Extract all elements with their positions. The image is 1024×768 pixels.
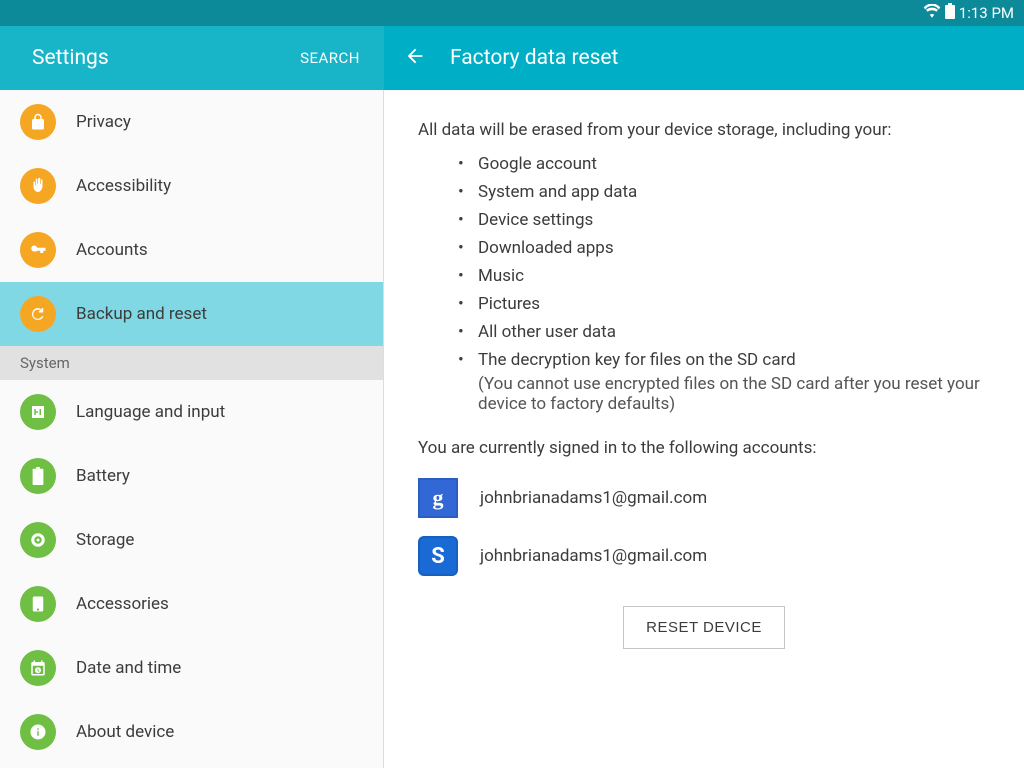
sidebar-item-battery[interactable]: Battery (0, 444, 383, 508)
settings-title: Settings (32, 46, 109, 70)
account-email: johnbrianadams1@gmail.com (480, 546, 707, 566)
page-title: Factory data reset (450, 46, 618, 70)
sidebar-item-accessibility[interactable]: Accessibility (0, 154, 383, 218)
sidebar-item-backup-reset[interactable]: Backup and reset (0, 282, 383, 346)
list-item: •Google account (458, 154, 990, 174)
sidebar-item-label: Battery (76, 466, 130, 486)
datetime-icon (20, 650, 56, 686)
sidebar-item-label: Accessibility (76, 176, 171, 196)
list-item: •Music (458, 266, 990, 286)
intro-text: All data will be erased from your device… (418, 120, 990, 140)
sidebar-item-label: Privacy (76, 112, 131, 132)
sidebar-item-label: Storage (76, 530, 134, 550)
decryption-note: (You cannot use encrypted files on the S… (418, 374, 990, 414)
list-item: •The decryption key for files on the SD … (458, 350, 990, 370)
key-icon (20, 232, 56, 268)
samsung-account-icon: S (418, 536, 458, 576)
sidebar-item-accounts[interactable]: Accounts (0, 218, 383, 282)
sidebar-item-datetime[interactable]: Date and time (0, 636, 383, 700)
bullet-list: •Google account •System and app data •De… (418, 154, 990, 370)
detail-header: Factory data reset (384, 26, 1024, 90)
sidebar-item-label: Language and input (76, 402, 225, 422)
account-row: S johnbrianadams1@gmail.com (418, 536, 990, 576)
list-item: •Pictures (458, 294, 990, 314)
wifi-icon (923, 4, 941, 22)
sidebar: Privacy Accessibility Accounts Backup an… (0, 90, 384, 768)
sidebar-header: Settings SEARCH (0, 26, 384, 90)
account-row: g johnbrianadams1@gmail.com (418, 478, 990, 518)
language-icon (20, 394, 56, 430)
sidebar-item-label: Date and time (76, 658, 181, 678)
sidebar-item-privacy[interactable]: Privacy (0, 90, 383, 154)
hand-icon (20, 168, 56, 204)
battery-icon (945, 3, 955, 23)
sidebar-item-label: Accounts (76, 240, 148, 260)
accessories-icon (20, 586, 56, 622)
list-item: •Device settings (458, 210, 990, 230)
section-header-system: System (0, 346, 383, 380)
lock-icon (20, 104, 56, 140)
list-item: •Downloaded apps (458, 238, 990, 258)
list-item: •System and app data (458, 182, 990, 202)
battery-icon (20, 458, 56, 494)
sidebar-item-about[interactable]: About device (0, 700, 383, 764)
detail-pane: All data will be erased from your device… (384, 90, 1024, 768)
status-time: 1:13 PM (959, 4, 1014, 22)
about-icon (20, 714, 56, 750)
search-button[interactable]: SEARCH (300, 49, 360, 67)
backup-icon (20, 296, 56, 332)
back-icon[interactable] (404, 45, 426, 71)
sidebar-item-language[interactable]: Language and input (0, 380, 383, 444)
sidebar-item-storage[interactable]: Storage (0, 508, 383, 572)
google-account-icon: g (418, 478, 458, 518)
sidebar-item-accessories[interactable]: Accessories (0, 572, 383, 636)
status-bar: 1:13 PM (0, 0, 1024, 26)
account-email: johnbrianadams1@gmail.com (480, 488, 707, 508)
list-item: •All other user data (458, 322, 990, 342)
sidebar-item-label: Backup and reset (76, 304, 207, 324)
sidebar-item-label: Accessories (76, 594, 169, 614)
accounts-intro: You are currently signed in to the follo… (418, 438, 990, 458)
reset-device-button[interactable]: RESET DEVICE (623, 606, 785, 649)
storage-icon (20, 522, 56, 558)
sidebar-item-label: About device (76, 722, 174, 742)
